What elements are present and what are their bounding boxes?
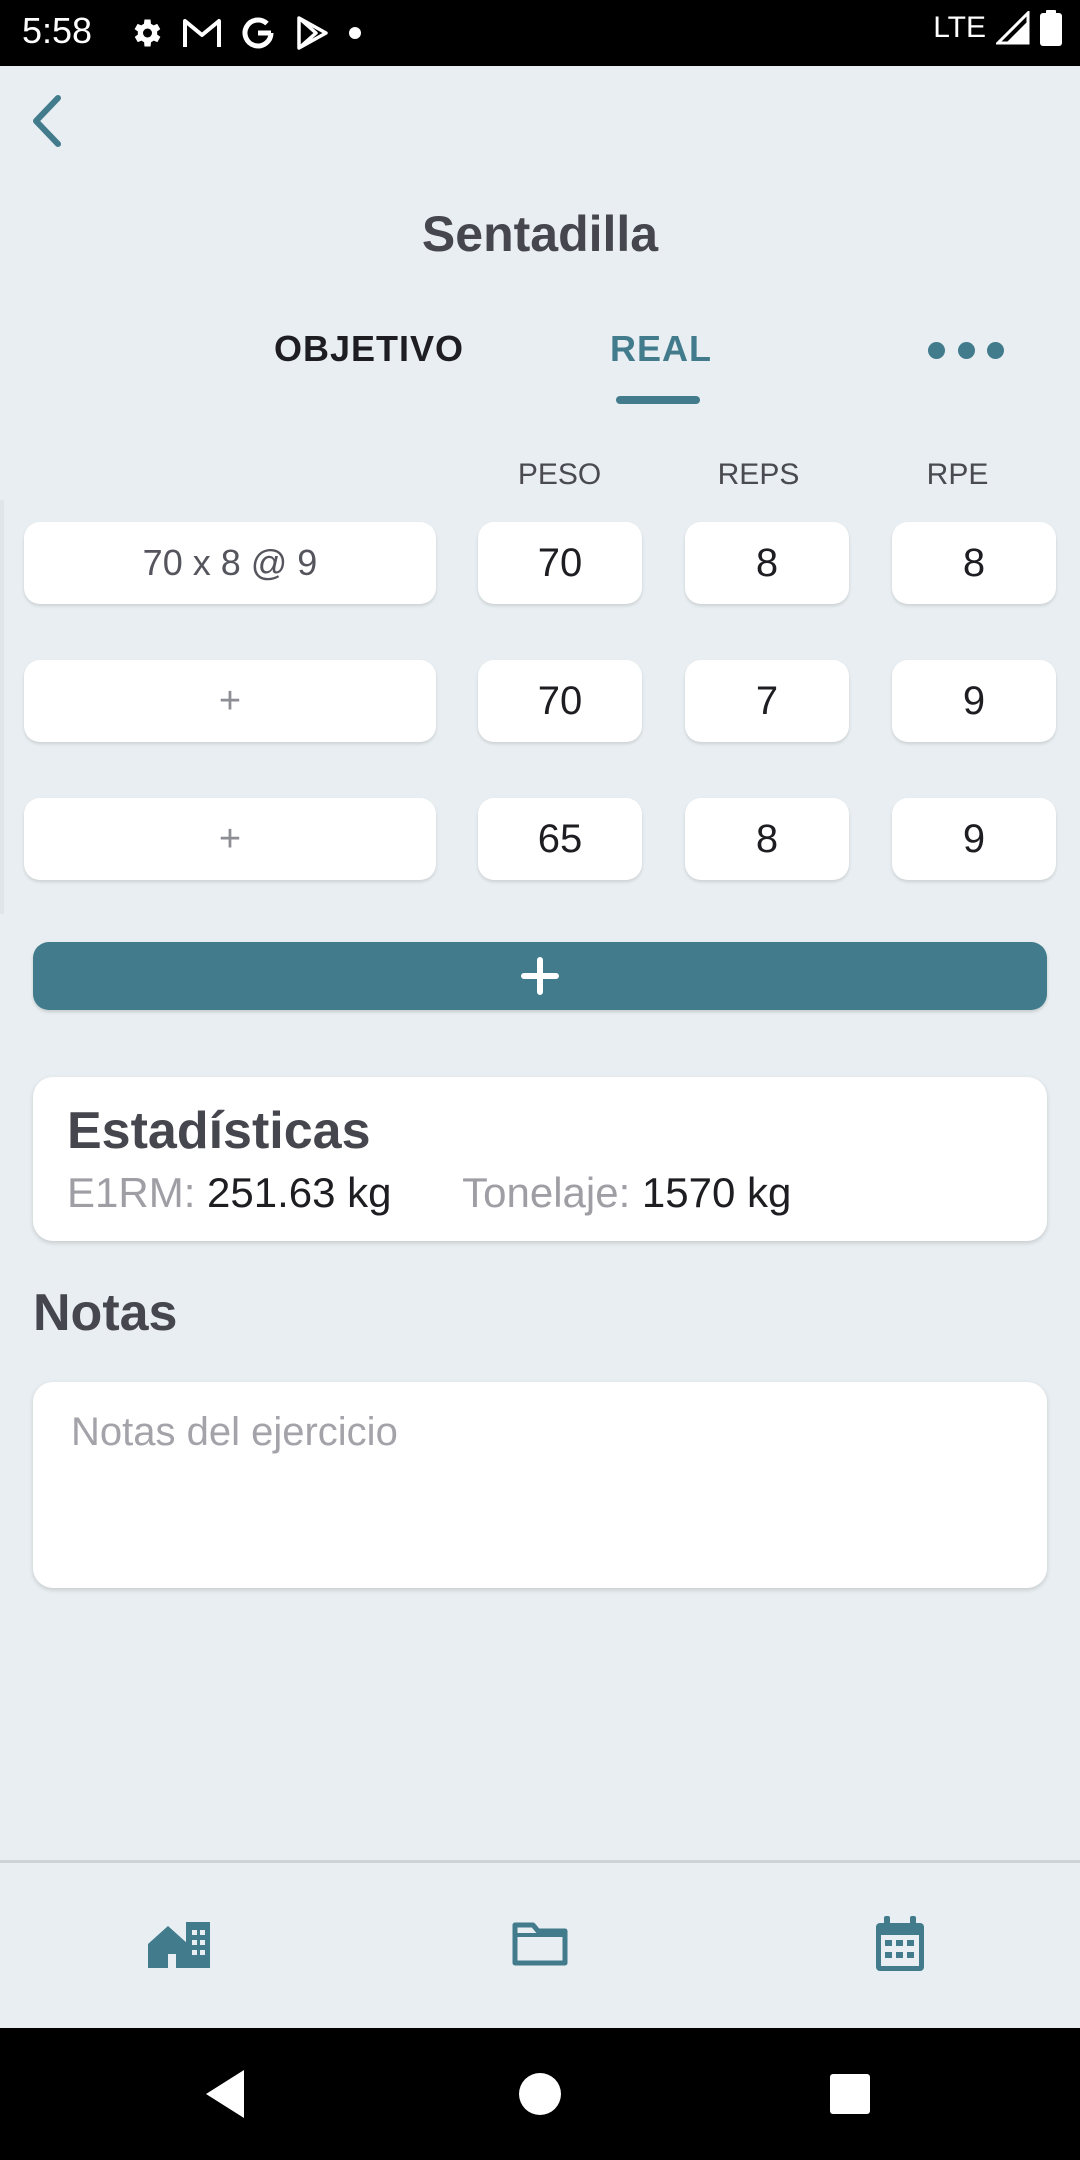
nav-calendar-button[interactable] <box>855 1899 945 1989</box>
column-header-peso: PESO <box>517 458 602 491</box>
set-peso-field[interactable]: 70 <box>478 522 642 604</box>
back-button[interactable] <box>14 86 84 156</box>
e1rm-label: E1RM: <box>67 1169 196 1216</box>
row-drag-edge <box>0 776 4 914</box>
system-recents-button[interactable] <box>820 2064 880 2124</box>
set-peso-field[interactable]: 65 <box>478 798 642 880</box>
tonnage-label: Tonelaje: <box>462 1169 631 1216</box>
stats-card: Estadísticas E1RM: 251.63 kg Tonelaje: 1… <box>33 1077 1047 1241</box>
set-rpe-field[interactable]: 9 <box>892 660 1056 742</box>
active-tab-indicator <box>616 396 700 404</box>
nav-folder-button[interactable] <box>495 1899 585 1989</box>
tab-real[interactable]: REAL <box>610 328 712 370</box>
gmail-icon <box>183 19 221 47</box>
folder-icon <box>512 1922 568 1966</box>
recents-square-icon <box>830 2074 870 2114</box>
system-back-button[interactable] <box>198 2064 258 2124</box>
play-store-icon <box>297 16 328 50</box>
back-triangle-icon <box>206 2070 244 2118</box>
column-header-reps: REPS <box>717 458 800 491</box>
column-header-rpe: RPE <box>926 458 989 491</box>
status-bar: 5:58 LTE <box>0 0 1080 66</box>
stats-values: E1RM: 251.63 kg Tonelaje: 1570 kg <box>67 1169 791 1217</box>
set-rpe-field[interactable]: 9 <box>892 798 1056 880</box>
status-time: 5:58 <box>22 10 93 51</box>
set-reps-field[interactable]: 7 <box>685 660 849 742</box>
notes-title: Notas <box>33 1284 178 1342</box>
set-row: + 65 8 9 <box>0 776 1080 914</box>
set-target-field[interactable]: 70 x 8 @ 9 <box>24 522 436 604</box>
notification-dot-icon <box>349 27 361 39</box>
home-circle-icon <box>519 2073 561 2115</box>
nav-home-button[interactable] <box>134 1899 224 1989</box>
set-row: 70 x 8 @ 9 70 8 8 <box>0 500 1080 638</box>
tonnage-value: 1570 kg <box>641 1169 792 1216</box>
battery-icon <box>1040 10 1062 46</box>
more-horizontal-icon <box>928 341 945 359</box>
set-reps-field[interactable]: 8 <box>685 522 849 604</box>
bottom-nav <box>0 1860 1080 2031</box>
set-rpe-field[interactable]: 8 <box>892 522 1056 604</box>
calendar-icon <box>876 1916 924 1971</box>
status-notification-icons <box>128 12 362 54</box>
add-set-button[interactable] <box>33 942 1047 1010</box>
home-icon <box>148 1922 210 1968</box>
stats-title: Estadísticas <box>67 1102 371 1160</box>
system-home-button[interactable] <box>510 2064 570 2124</box>
row-drag-edge <box>0 500 4 638</box>
e1rm-value: 251.63 kg <box>207 1169 392 1216</box>
signal-icon <box>996 11 1030 45</box>
set-target-add-button[interactable]: + <box>24 798 436 880</box>
set-target-add-button[interactable]: + <box>24 660 436 742</box>
chevron-left-icon <box>33 95 61 147</box>
network-type: LTE <box>933 11 986 44</box>
set-row: + 70 7 9 <box>0 638 1080 776</box>
set-reps-field[interactable]: 8 <box>685 798 849 880</box>
more-horizontal-icon <box>987 341 1004 359</box>
notes-input[interactable] <box>33 1382 1047 1588</box>
settings-icon <box>134 19 161 47</box>
page-title: Sentadilla <box>421 206 659 262</box>
more-options-button[interactable] <box>928 332 1004 368</box>
tab-objetivo[interactable]: OBJETIVO <box>274 328 464 370</box>
more-horizontal-icon <box>957 341 975 359</box>
status-right: LTE <box>933 10 1062 46</box>
system-nav-bar <box>0 2028 1080 2160</box>
plus-icon <box>521 957 559 995</box>
set-peso-field[interactable]: 70 <box>478 660 642 742</box>
row-drag-edge <box>0 638 4 776</box>
google-icon <box>242 17 274 49</box>
